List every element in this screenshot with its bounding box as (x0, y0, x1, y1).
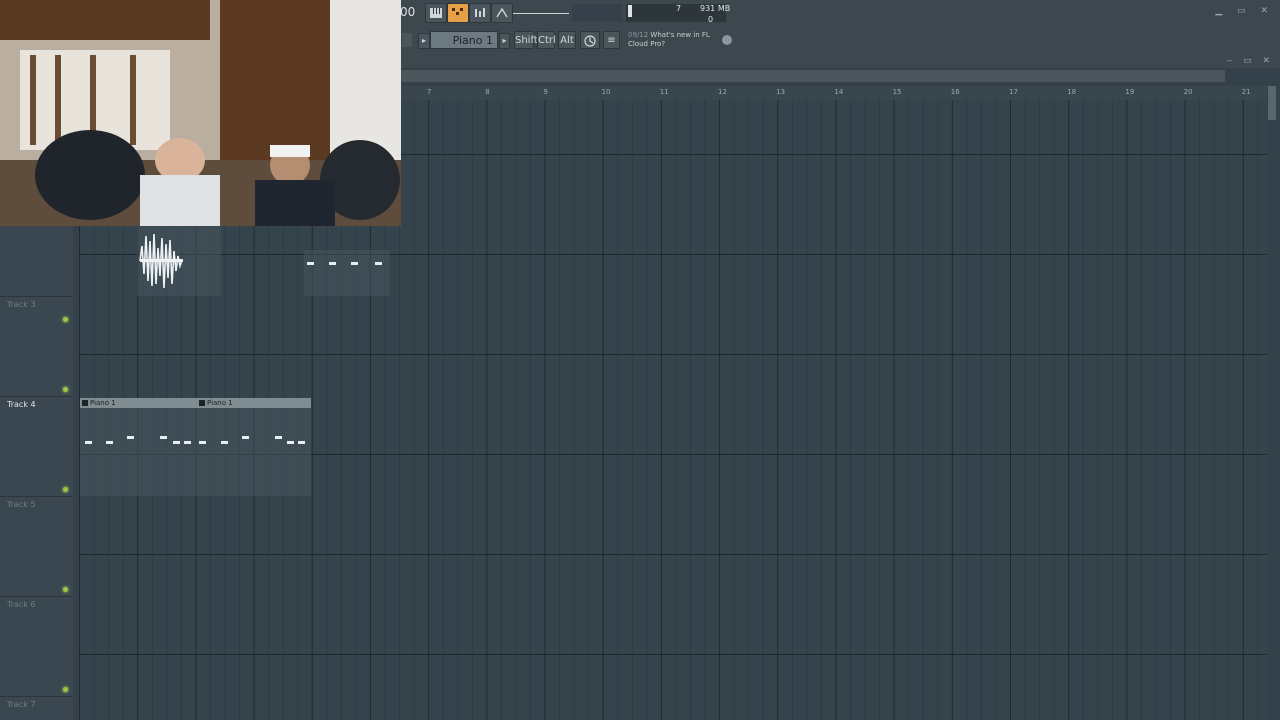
pattern-prev-icon[interactable]: ▸ (418, 33, 430, 49)
ruler-bar-number: 20 (1183, 88, 1193, 96)
clip-pattern-icon (82, 400, 88, 406)
clip-label: Piano 1 (90, 399, 116, 407)
note (242, 436, 249, 439)
cpu-meter-bar (628, 5, 632, 17)
track-led-icon[interactable] (63, 487, 68, 492)
plugin-icon[interactable] (491, 3, 513, 23)
note (351, 262, 358, 265)
note (375, 262, 382, 265)
news-date: 09/12 (628, 31, 649, 39)
track-name: Track 6 (7, 600, 36, 609)
master-pitch-slider[interactable] (513, 13, 569, 14)
piano-clip[interactable]: Piano 1 (197, 398, 311, 496)
menu-lines-icon[interactable]: ≡ (603, 31, 620, 49)
playlist-titlebar: ‒ ▭ ✕ (401, 56, 1280, 68)
note (173, 441, 180, 444)
ruler-bar-number: 12 (718, 88, 727, 96)
note (199, 441, 206, 444)
track-header[interactable]: Track 6 (0, 596, 73, 696)
track-led-icon[interactable] (63, 687, 68, 692)
ruler-bar-number: 13 (776, 88, 786, 96)
tempo-fragment[interactable]: 00 (400, 5, 415, 19)
ruler-bar-number: 14 (834, 88, 844, 96)
pattern-selector[interactable]: Piano 1 (430, 31, 498, 49)
track-header[interactable]: Track 3 (0, 296, 73, 396)
play-arrow-icon[interactable] (402, 33, 412, 47)
clip-header[interactable]: Piano 1 (197, 398, 311, 408)
horizontal-scrollbar[interactable] (401, 70, 1225, 82)
metronome-icon[interactable] (580, 31, 600, 49)
ruler-bar-number: 10 (601, 88, 611, 96)
track-name: Track 5 (7, 500, 36, 509)
track-led-icon[interactable] (63, 587, 68, 592)
polyphony-count: 7 (676, 4, 682, 13)
memory-usage: 931 MB (700, 4, 731, 13)
clip-pattern-icon (199, 400, 205, 406)
ctrl-key-button[interactable]: Ctrl (537, 31, 556, 49)
note (85, 441, 92, 444)
note (307, 262, 314, 265)
note (221, 441, 228, 444)
piano-roll-icon[interactable] (425, 3, 447, 23)
track-name: Track 3 (7, 300, 36, 309)
note (298, 441, 305, 444)
webcam-image (0, 0, 401, 226)
step-seq-icon[interactable] (447, 3, 469, 23)
track-headers: Track 3 Track 4 Track 5 Track 6 Track 7 (0, 226, 73, 720)
ruler-bar-number: 16 (950, 88, 960, 96)
mixer-icon[interactable] (469, 3, 491, 23)
globe-icon[interactable] (722, 35, 732, 45)
zero-readout: 0 (708, 15, 714, 24)
shift-key-button[interactable]: Shift (514, 31, 538, 49)
clip-label: Piano 1 (207, 399, 233, 407)
ruler-bar-number: 7 (427, 88, 432, 96)
ruler-bar-number: 8 (485, 88, 490, 96)
timeline-ruler[interactable]: 7 8 9 10 11 12 13 14 15 16 17 18 19 20 21 (401, 86, 1267, 101)
note (329, 262, 336, 265)
track-name: Track 4 (7, 400, 36, 409)
alt-key-button[interactable]: Alt (558, 31, 576, 49)
ruler-bar-number: 17 (1009, 88, 1018, 96)
note (184, 441, 191, 444)
ruler-bar-number: 18 (1067, 88, 1077, 96)
playlist-window-controls[interactable]: ‒ ▭ ✕ (1227, 56, 1275, 66)
ruler-bar-number: 9 (543, 88, 548, 96)
note (106, 441, 113, 444)
ruler-bar-number: 21 (1241, 88, 1251, 96)
audio-clip[interactable] (137, 226, 221, 296)
vertical-scrollbar[interactable] (1268, 86, 1276, 120)
ruler-bar-number: 19 (1125, 88, 1135, 96)
news-panel[interactable]: 09/12 What's new in FL Cloud Pro? (628, 31, 723, 49)
note (160, 436, 167, 439)
pattern-next-icon[interactable]: ▸ (499, 33, 510, 49)
note (127, 436, 134, 439)
track-name: Track 7 (7, 700, 36, 709)
note (275, 436, 282, 439)
waveform-icon (139, 233, 183, 289)
track-header[interactable]: Track 7 (0, 696, 73, 720)
track-header[interactable]: Track 4 (0, 396, 73, 496)
ruler-bar-number: 11 (659, 88, 669, 96)
piano-clip[interactable]: Piano 1 (80, 398, 197, 496)
window-controls[interactable]: ▁ ▭ ✕ (1215, 6, 1274, 16)
track-header[interactable]: Track 5 (0, 496, 73, 596)
pattern-clip[interactable] (304, 250, 390, 296)
ruler-bar-number: 15 (892, 88, 902, 96)
clip-header[interactable]: Piano 1 (80, 398, 197, 408)
note (287, 441, 294, 444)
track-led-icon[interactable] (63, 387, 68, 392)
webcam-overlay (0, 0, 401, 226)
time-display (572, 4, 622, 22)
